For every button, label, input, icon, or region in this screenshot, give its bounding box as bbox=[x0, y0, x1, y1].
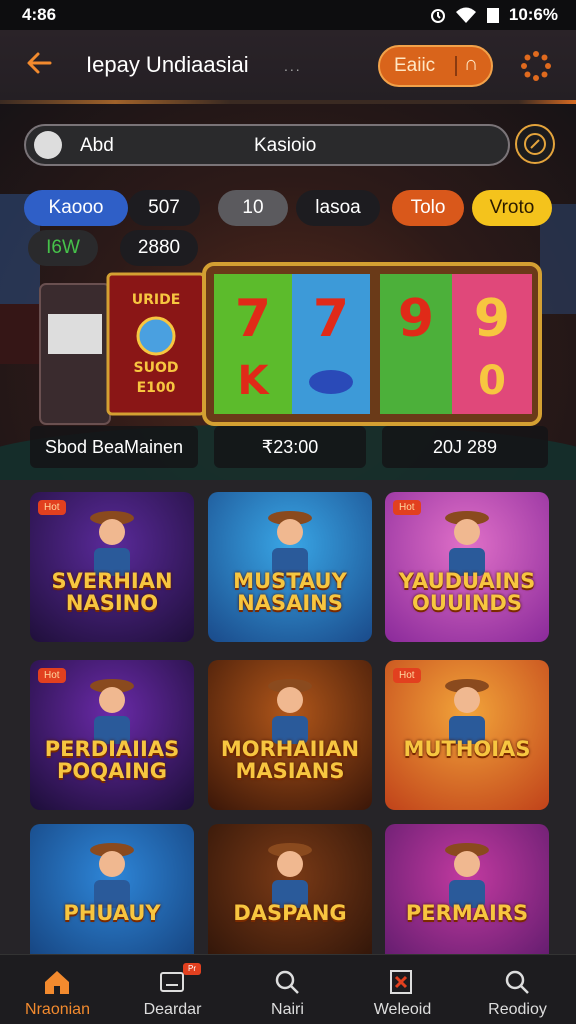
cards-icon bbox=[390, 970, 412, 994]
balance-arrow-icon: ∩ bbox=[464, 53, 479, 75]
sign-text-3: E100 bbox=[137, 380, 176, 396]
character-illustration bbox=[445, 511, 489, 576]
status-time: 4:86 bbox=[22, 5, 57, 24]
status-bar: 4:86 10:6% bbox=[0, 0, 576, 30]
game-tile[interactable]: MUSTAUY NASAINS bbox=[208, 492, 372, 642]
nav-label-explore: Reodioy bbox=[488, 1001, 547, 1018]
search-logo-icon bbox=[34, 131, 62, 159]
game-title: MUSTAUY NASAINS bbox=[233, 569, 347, 615]
compass-icon bbox=[524, 133, 546, 155]
game-tile[interactable]: Hot YAUDUAINS OUUINDS bbox=[385, 492, 549, 642]
game-title: PERMAIRS bbox=[405, 901, 529, 925]
game-title: MORHAIIAN MASIANS bbox=[220, 737, 360, 783]
reel-symbol-6: 0 bbox=[478, 358, 506, 404]
game-title: DASPANG bbox=[233, 901, 347, 925]
filter-chip-tolo[interactable]: Tolo bbox=[392, 190, 464, 226]
wifi-icon bbox=[455, 7, 476, 23]
character-illustration bbox=[445, 843, 489, 908]
status-icons: 10:6% bbox=[429, 5, 558, 25]
game-title: PERDIAIIAS POQAING bbox=[44, 737, 180, 783]
character-illustration bbox=[90, 511, 134, 576]
reel-symbol-5: 9 bbox=[474, 289, 510, 349]
character-illustration bbox=[268, 843, 312, 908]
game-tile[interactable]: Hot PERDIAIIAS POQAING bbox=[30, 660, 194, 810]
tile-badge: Hot bbox=[38, 500, 66, 515]
search-right-text: Kasioio bbox=[254, 135, 317, 156]
game-title: SVERHIAN NASINO bbox=[51, 569, 173, 615]
alarm-icon bbox=[430, 9, 445, 23]
game-title: PHUAUY bbox=[63, 901, 161, 925]
hero-banner: Abd Kasioio Kaooo 507 10 lasoa Tolo Vrot… bbox=[0, 104, 576, 480]
reel-symbol-4: 9 bbox=[398, 289, 434, 349]
nav-badge: Pr bbox=[183, 963, 201, 975]
balance-label: Eaiic bbox=[394, 55, 436, 76]
search-field[interactable]: Abd Kasioio bbox=[24, 124, 510, 166]
tile-badge: Hot bbox=[393, 668, 421, 683]
reel-symbol-oval bbox=[309, 370, 353, 394]
back-button[interactable] bbox=[24, 48, 58, 82]
stat-center: ₹23:00 bbox=[214, 426, 366, 468]
battery-text: 10:6% bbox=[508, 5, 558, 24]
slot-machine-illustration: URIDE SUOD E100 7 K 7 9 9 0 bbox=[39, 262, 542, 426]
game-title: MUTHOIAS bbox=[403, 737, 531, 761]
search-icon bbox=[275, 970, 299, 994]
game-tile[interactable]: DASPANG bbox=[208, 824, 372, 954]
filter-chip-lasoa[interactable]: lasoa bbox=[296, 190, 380, 226]
nav-item-explore[interactable]: Reodioy bbox=[460, 955, 575, 1024]
tile-badge: Hot bbox=[38, 668, 66, 683]
nav-item-home[interactable]: Nraonian bbox=[0, 955, 115, 1024]
stat-right: 20J 289 bbox=[382, 426, 548, 468]
game-grid: Hot SVERHIAN NASINO MUSTAUY NASAINS Hot YAUD… bbox=[0, 480, 576, 954]
compass-button[interactable] bbox=[515, 124, 555, 164]
filter-chip-kaooo[interactable]: Kaooo bbox=[24, 190, 128, 226]
loading-spinner-icon[interactable] bbox=[520, 50, 552, 82]
character-illustration bbox=[90, 679, 134, 744]
character-illustration bbox=[268, 679, 312, 744]
page-title: Iepay Undiaasiai bbox=[86, 52, 249, 77]
game-tile[interactable]: PHUAUY bbox=[30, 824, 194, 954]
nav-item-search[interactable]: Nairi bbox=[230, 955, 345, 1024]
balance-button[interactable]: Eaiic ∩ bbox=[378, 45, 493, 87]
filter-chip-10[interactable]: 10 bbox=[218, 190, 288, 226]
character-illustration bbox=[445, 679, 489, 744]
nav-item-messages[interactable]: Pr Deardar bbox=[115, 955, 230, 1024]
nav-label-messages: Deardar bbox=[143, 1001, 202, 1018]
nav-label-cards: Weleoid bbox=[373, 1001, 432, 1018]
small-slot-window bbox=[48, 314, 102, 354]
character-illustration bbox=[90, 843, 134, 908]
reel-symbol-2: K bbox=[238, 358, 271, 404]
sign-emblem bbox=[136, 316, 176, 356]
sign-text-1: URIDE bbox=[132, 292, 181, 308]
reel-symbol-1: 7 bbox=[235, 289, 271, 349]
nav-label-home: Nraonian bbox=[25, 1001, 90, 1018]
game-tile[interactable]: Hot MUTHOIAS bbox=[385, 660, 549, 810]
character-illustration bbox=[268, 511, 312, 576]
tile-badge: Hot bbox=[393, 500, 421, 515]
game-tile[interactable]: Hot SVERHIAN NASINO bbox=[30, 492, 194, 642]
title-suffix: ... bbox=[284, 58, 302, 74]
stat-left: Sbod BeaMainen bbox=[30, 426, 198, 468]
search-left-text: Abd bbox=[80, 135, 114, 156]
game-title: YAUDUAINS OUUINDS bbox=[398, 569, 536, 615]
filter-chip-507[interactable]: 507 bbox=[128, 190, 200, 226]
bottom-navigation: Nraonian Pr Deardar Nairi Weleoid Reodio… bbox=[0, 954, 576, 1024]
sign-text-2: SUOD bbox=[134, 360, 179, 376]
game-tile[interactable]: PERMAIRS bbox=[385, 824, 549, 954]
signal-icon bbox=[486, 8, 499, 23]
game-tile[interactable]: MORHAIIAN MASIANS bbox=[208, 660, 372, 810]
filter-chip-vroto[interactable]: Vroto bbox=[472, 190, 552, 226]
back-arrow-icon bbox=[27, 52, 52, 74]
app-header: Iepay Undiaasiai ... Eaiic ∩ bbox=[0, 30, 576, 100]
reel-symbol-3: 7 bbox=[313, 289, 349, 349]
balance-divider bbox=[455, 56, 457, 76]
nav-label-search: Nairi bbox=[271, 1001, 304, 1018]
nav-item-cards[interactable]: Weleoid bbox=[345, 955, 460, 1024]
search-icon bbox=[505, 970, 529, 994]
home-icon bbox=[45, 971, 69, 994]
